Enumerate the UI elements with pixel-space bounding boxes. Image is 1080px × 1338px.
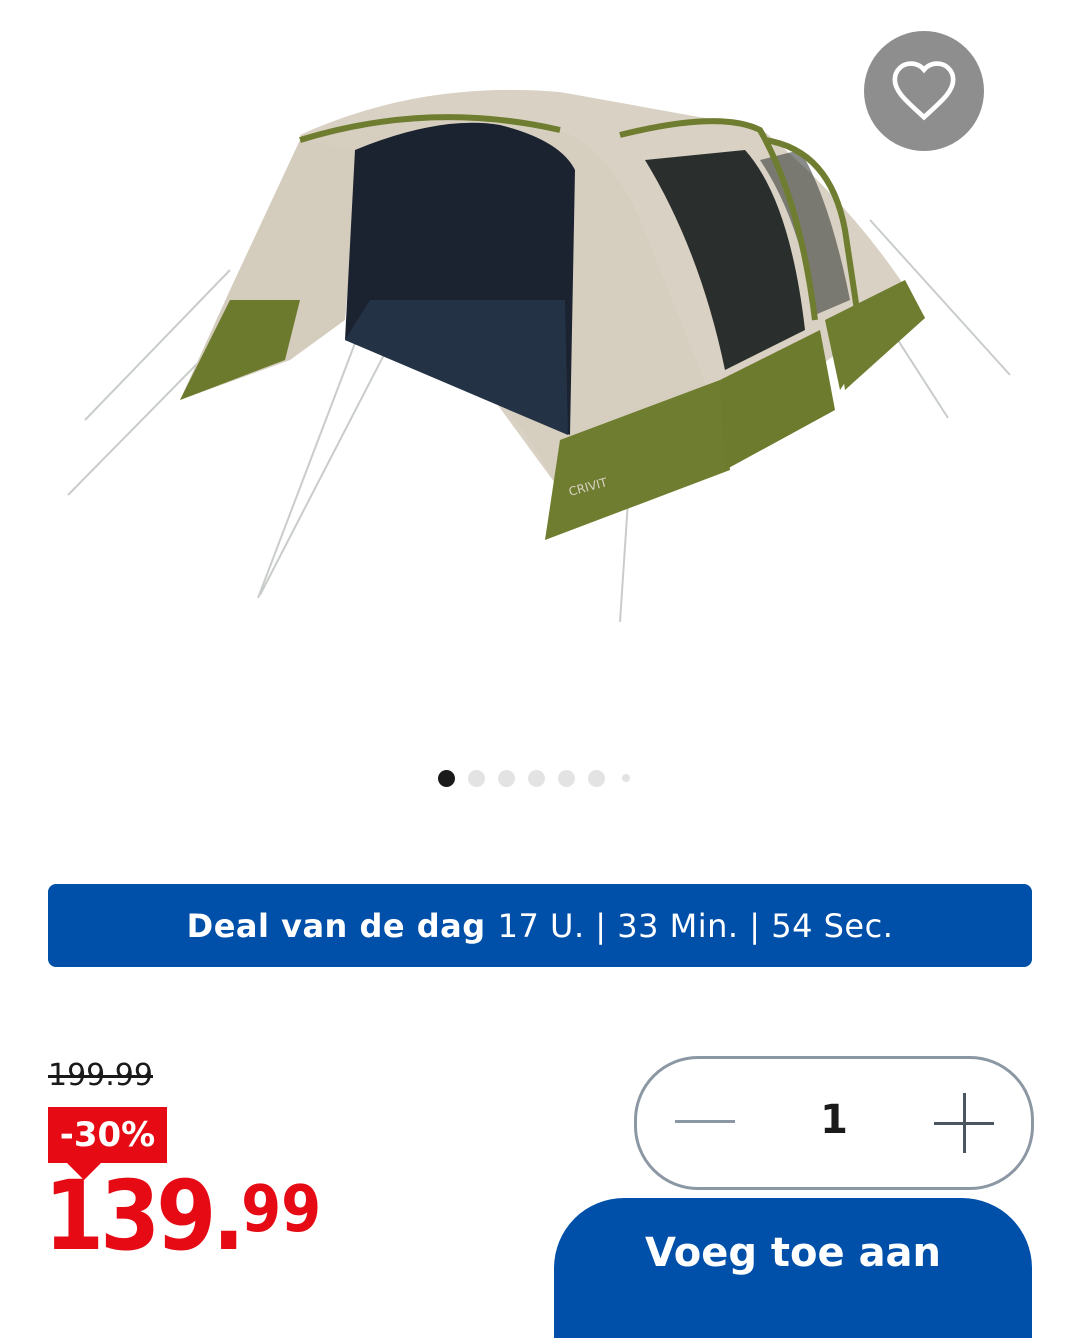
carousel-dot[interactable] [622,774,630,782]
add-to-cart-button[interactable]: Voeg toe aan [554,1198,1032,1338]
carousel-dot[interactable] [468,770,485,787]
quantity-stepper: 1 [634,1056,1034,1190]
deal-countdown: 17 U. | 33 Min. | 54 Sec. [497,906,894,945]
price-main: 139. [44,1160,245,1272]
increase-quantity-button[interactable] [934,1093,994,1153]
carousel-dot[interactable] [588,770,605,787]
discount-badge: -30% [48,1107,167,1163]
favorite-button[interactable] [864,31,984,151]
carousel-dot[interactable] [558,770,575,787]
current-price: 139.99 [44,1168,321,1264]
price-cents: 99 [241,1173,322,1247]
heart-icon [892,61,956,121]
carousel-dot[interactable] [528,770,545,787]
carousel-dot[interactable] [498,770,515,787]
deal-label: Deal van de dag [186,906,486,945]
add-to-cart-label: Voeg toe aan [644,1230,942,1276]
carousel-dot[interactable] [438,770,455,787]
carousel-indicator [0,770,1080,787]
deal-of-the-day-banner: Deal van de dag 17 U. | 33 Min. | 54 Sec… [48,884,1032,967]
old-price: 199.99 [48,1058,153,1093]
